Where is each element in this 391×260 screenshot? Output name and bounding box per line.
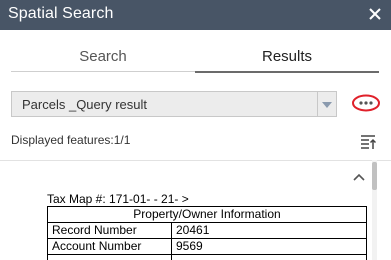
tab-bar: Search Results xyxy=(11,44,379,73)
table-cell-label: Account Number xyxy=(47,238,172,255)
chevron-up-icon[interactable] xyxy=(352,169,366,181)
more-options-icon[interactable] xyxy=(351,94,381,112)
layer-select-value: Parcels _Query result xyxy=(22,97,147,112)
table-cell-label: Record Number xyxy=(47,222,172,239)
table-row: Account Number 9569 xyxy=(47,238,367,255)
tax-map-label: Tax Map #: 171-01- - 21- > xyxy=(47,192,189,206)
table-cell-value: 9569 xyxy=(171,238,367,255)
table-row: Record Number 20461 xyxy=(47,222,367,239)
table-header: Property/Owner Information xyxy=(47,206,367,223)
tab-results[interactable]: Results xyxy=(195,44,379,73)
sort-icon[interactable] xyxy=(360,134,377,150)
panel-titlebar: Spatial Search xyxy=(0,0,391,30)
close-icon[interactable] xyxy=(367,6,383,22)
tab-search[interactable]: Search xyxy=(11,44,195,72)
dropdown-arrow-button[interactable] xyxy=(317,92,336,116)
displayed-features-count: Displayed features:1/1 xyxy=(11,133,131,147)
layer-select[interactable]: Parcels _Query result xyxy=(11,91,337,117)
table-cell-value: 20461 xyxy=(171,222,367,239)
panel-title: Spatial Search xyxy=(8,5,114,22)
table-header-row: Property/Owner Information xyxy=(47,206,367,223)
results-scrollbar[interactable] xyxy=(372,160,377,260)
table-row xyxy=(47,254,367,260)
table-cell-label xyxy=(47,254,172,260)
table-cell-value xyxy=(171,254,367,260)
results-divider xyxy=(0,160,391,161)
dropdown-arrow-icon xyxy=(322,102,332,108)
spatial-search-panel: Spatial Search Search Results Parcels _Q… xyxy=(0,0,391,260)
property-info-table: Property/Owner Information Record Number… xyxy=(47,206,367,260)
scrollbar-thumb[interactable] xyxy=(372,162,377,190)
